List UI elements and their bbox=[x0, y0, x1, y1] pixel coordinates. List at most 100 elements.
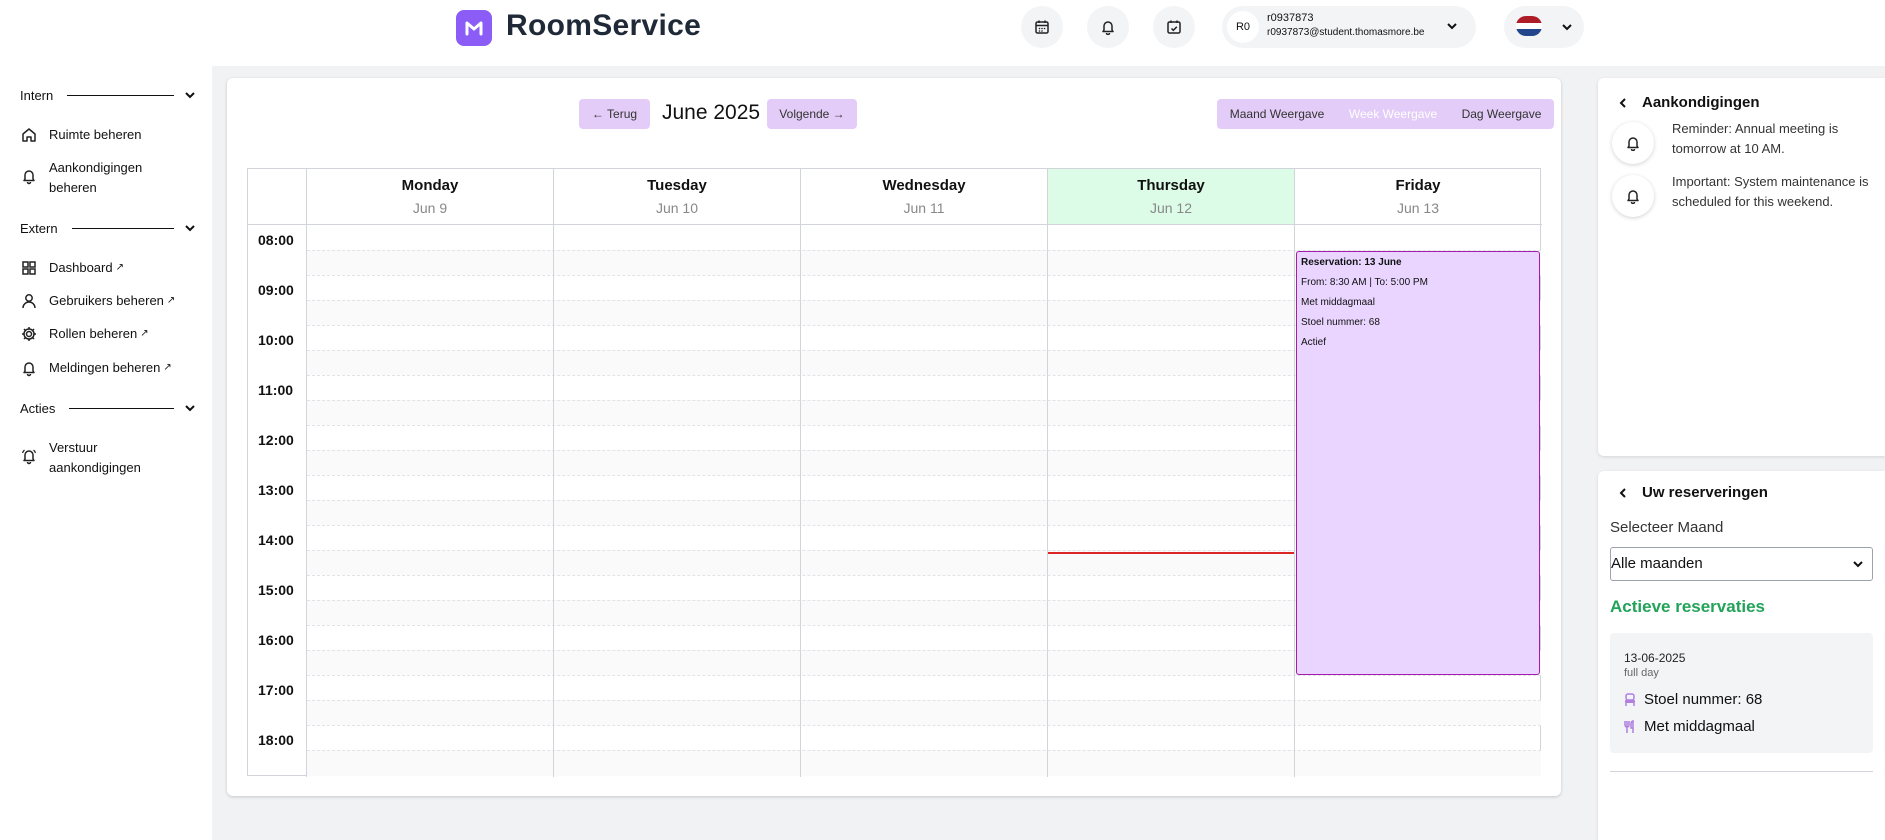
panel-title: Uw reserveringen bbox=[1642, 484, 1768, 501]
panel-title: Aankondigingen bbox=[1642, 94, 1760, 111]
day-header-monday[interactable]: Monday Jun 9 bbox=[307, 169, 553, 224]
sidebar-section-extern[interactable]: Extern bbox=[20, 218, 196, 238]
user-id: r0937873 bbox=[1267, 12, 1314, 24]
prev-button[interactable]: ← Terug bbox=[579, 99, 650, 129]
active-reservations-title: Actieve reservaties bbox=[1610, 597, 1766, 616]
bell-icon bbox=[1102, 21, 1114, 35]
announcements-panel: Aankondigingen Reminder: Annual meeting … bbox=[1598, 78, 1885, 456]
day-header-tuesday[interactable]: Tuesday Jun 10 bbox=[554, 169, 800, 224]
sidebar-item-label: Aankondigingen beheren bbox=[49, 160, 143, 195]
next-button[interactable]: Volgende → bbox=[767, 99, 857, 129]
sidebar-item-aankondigingen-beheren[interactable]: Aankondigingen beheren bbox=[20, 158, 200, 198]
time-label: 14:00 bbox=[258, 532, 294, 548]
slot-line bbox=[307, 725, 1541, 726]
slot-line bbox=[307, 700, 1541, 701]
gear-icon bbox=[22, 327, 36, 341]
sidebar-item-rollen-beheren[interactable]: Rollen beheren ↗ bbox=[20, 324, 200, 344]
time-label: 15:00 bbox=[258, 582, 294, 598]
avatar: R0 bbox=[1227, 11, 1259, 43]
reservation-meal: Met middagmaal bbox=[1622, 718, 1755, 735]
day-date: Jun 9 bbox=[412, 200, 448, 216]
sidebar-item-label: Gebruikers beheren bbox=[49, 293, 164, 308]
chevron-down-icon bbox=[185, 225, 195, 232]
user-menu[interactable]: R0 r0937873 r0937873@student.thomasmore.… bbox=[1222, 6, 1476, 48]
reservation-date: 13-06-2025 bbox=[1624, 651, 1686, 665]
event-seat: Stoel nummer: 68 bbox=[1301, 317, 1380, 328]
calendar-button[interactable] bbox=[1021, 6, 1063, 48]
reservation-duration: full day bbox=[1624, 667, 1659, 679]
sidebar-section-acties[interactable]: Acties bbox=[20, 398, 196, 418]
time-label: 13:00 bbox=[258, 482, 294, 498]
column-divider bbox=[800, 169, 801, 777]
chair-icon bbox=[1622, 692, 1638, 708]
sidebar-item-label: Meldingen beheren bbox=[49, 360, 161, 375]
day-name: Friday bbox=[1395, 177, 1441, 194]
time-label: 16:00 bbox=[258, 632, 294, 648]
day-name: Tuesday bbox=[647, 177, 707, 194]
bell-icon bbox=[23, 170, 35, 185]
logo-m-icon bbox=[465, 21, 483, 36]
view-day-button[interactable]: Dag Weergave bbox=[1449, 99, 1554, 129]
home-icon bbox=[22, 128, 36, 142]
reservation-card[interactable]: 13-06-2025 full day Stoel nummer: 68 Met… bbox=[1610, 633, 1873, 753]
sidebar-item-gebruikers-beheren[interactable]: Gebruikers beheren ↗ bbox=[20, 291, 200, 311]
announcement-item[interactable]: Reminder: Annual meeting is tomorrow at … bbox=[1612, 121, 1882, 164]
bell-ring-icon bbox=[21, 449, 37, 465]
chevron-left-icon bbox=[1619, 97, 1626, 108]
time-label: 18:00 bbox=[258, 732, 294, 748]
reservation-event[interactable]: Reservation: 13 June From: 8:30 AM | To:… bbox=[1296, 251, 1540, 675]
day-header-wednesday[interactable]: Wednesday Jun 11 bbox=[801, 169, 1047, 224]
event-status: Actief bbox=[1301, 337, 1327, 348]
event-title: Reservation: 13 June bbox=[1301, 257, 1402, 268]
day-name: Wednesday bbox=[882, 177, 966, 194]
chevron-down-icon bbox=[185, 92, 195, 99]
view-week-button[interactable]: Week Weergave bbox=[1337, 99, 1449, 129]
calendar-title: June 2025 bbox=[662, 101, 761, 124]
column-divider bbox=[1294, 169, 1295, 777]
month-select-label: Selecteer Maand bbox=[1610, 519, 1724, 536]
sidebar-section-label: Intern bbox=[20, 87, 54, 103]
event-time: From: 8:30 AM | To: 5:00 PM bbox=[1301, 277, 1428, 288]
notifications-button[interactable] bbox=[1087, 6, 1129, 48]
sidebar-item-ruimte-beheren[interactable]: Ruimte beheren bbox=[20, 125, 200, 145]
chevron-down-icon bbox=[185, 405, 195, 412]
language-selector[interactable] bbox=[1504, 6, 1584, 48]
sidebar: Intern Ruimte beheren Aankondigingen beh… bbox=[0, 66, 210, 840]
reservations-button[interactable] bbox=[1153, 6, 1195, 48]
announcement-item[interactable]: Important: System maintenance is schedul… bbox=[1612, 174, 1882, 217]
month-select-value: Alle maanden bbox=[1611, 555, 1703, 572]
announcement-text: Important: System maintenance is schedul… bbox=[1672, 174, 1869, 209]
app-name[interactable]: RoomService bbox=[506, 9, 701, 43]
time-label: 17:00 bbox=[258, 682, 294, 698]
sidebar-section-label: Extern bbox=[20, 220, 58, 236]
chevron-down-icon bbox=[1447, 23, 1457, 30]
chevron-left-icon bbox=[1619, 487, 1626, 498]
flag-nl-icon bbox=[1516, 16, 1542, 36]
sidebar-item-verstuur-aankondigingen[interactable]: Verstuur aankondigingen bbox=[20, 438, 200, 478]
month-select[interactable]: Alle maanden bbox=[1610, 547, 1873, 581]
day-name: Monday bbox=[401, 177, 459, 194]
app-logo[interactable] bbox=[456, 10, 492, 46]
announcements-header[interactable]: Aankondigingen bbox=[1618, 94, 1760, 111]
header-divider bbox=[248, 224, 1542, 225]
time-label: 09:00 bbox=[258, 282, 294, 298]
reservations-header[interactable]: Uw reserveringen bbox=[1618, 484, 1768, 501]
divider bbox=[1610, 771, 1873, 772]
chevron-down-icon bbox=[1853, 561, 1863, 568]
reservation-seat-text: Stoel nummer: 68 bbox=[1644, 691, 1763, 708]
external-link-icon: ↗ bbox=[140, 328, 149, 339]
column-divider bbox=[306, 169, 307, 777]
view-month-button[interactable]: Maand Weergave bbox=[1217, 99, 1337, 129]
time-label: 10:00 bbox=[258, 332, 294, 348]
reservation-seat: Stoel nummer: 68 bbox=[1622, 691, 1762, 708]
day-header-thursday[interactable]: Thursday Jun 12 bbox=[1048, 169, 1294, 224]
column-divider bbox=[553, 169, 554, 777]
column-divider bbox=[1047, 169, 1048, 777]
day-header-friday[interactable]: Friday Jun 13 bbox=[1295, 169, 1541, 224]
sidebar-item-meldingen-beheren[interactable]: Meldingen beheren ↗ bbox=[20, 358, 200, 378]
time-label: 08:00 bbox=[258, 232, 294, 248]
sidebar-section-intern[interactable]: Intern bbox=[20, 85, 196, 105]
sidebar-item-dashboard[interactable]: Dashboard ↗ bbox=[20, 258, 200, 278]
day-date: Jun 11 bbox=[903, 200, 945, 216]
sidebar-item-label: Rollen beheren bbox=[49, 326, 138, 341]
